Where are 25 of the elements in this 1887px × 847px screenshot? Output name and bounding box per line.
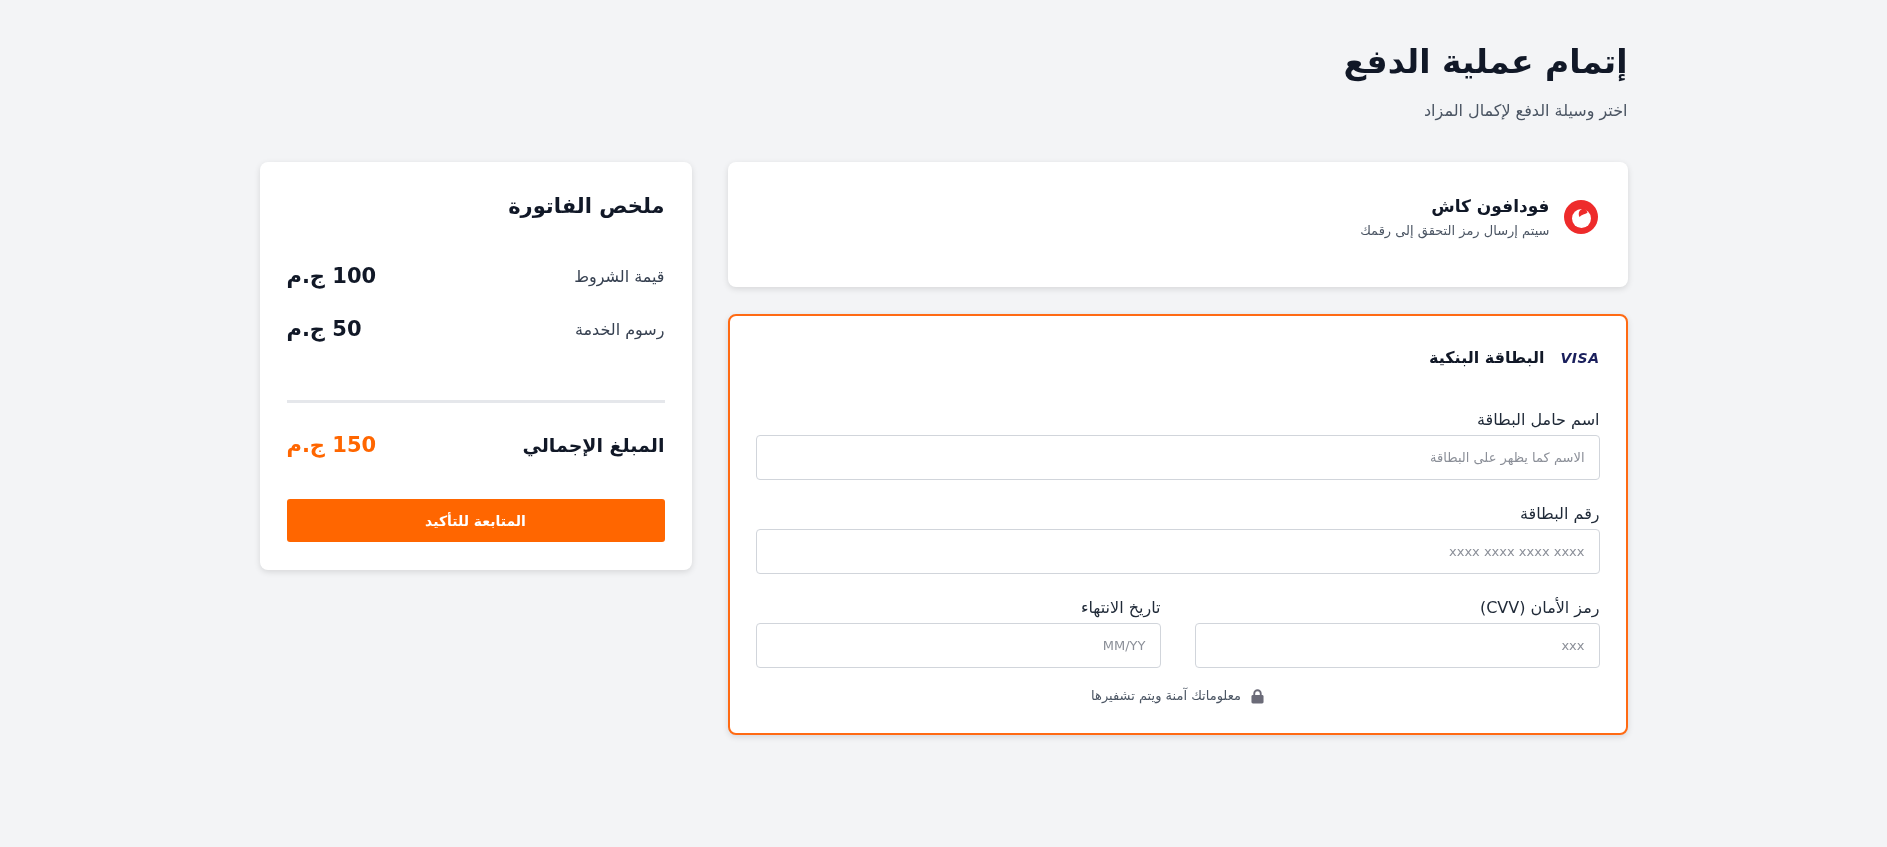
line-amount: 50 ج.م — [286, 317, 362, 341]
card-brand-label: VISA — [1560, 350, 1600, 366]
method-subtitle: سيتم إرسال رمز التحقق إلى رقمك — [1360, 222, 1550, 240]
quote-mark-logo-icon — [1563, 200, 1598, 234]
method-title: فودافون كاش — [1430, 195, 1550, 218]
line-amount: 100 ج.م — [286, 264, 377, 288]
method-title: البطاقة البنكية — [1429, 347, 1545, 369]
input-field[interactable]: الاسم كما يظهر على البطاقة — [755, 435, 1600, 480]
total-label: المبلغ الإجمالي — [522, 434, 665, 456]
summary-title: ملخص الفاتورة — [507, 193, 665, 220]
security-note: معلوماتك آمنة ويتم تشفيرها — [1091, 686, 1241, 706]
page-title: إتمام عملية الدفع — [1342, 41, 1628, 84]
field-label: تاريخ الانتهاء — [1079, 597, 1161, 620]
field-label: اسم حامل البطاقة — [1476, 409, 1600, 431]
field-label: رمز الأمان (CVV) — [1478, 596, 1600, 620]
lock-icon — [1250, 688, 1264, 704]
line-label: قيمة الشروط — [574, 266, 665, 286]
input-field[interactable]: xxxx xxxx xxxx xxxx — [755, 529, 1600, 574]
page-subtitle: اختر وسيلة الدفع لإكمال المزاد — [1423, 100, 1628, 122]
line-label: رسوم الخدمة — [574, 319, 665, 339]
field-label: رقم البطاقة — [1519, 503, 1600, 526]
input-field[interactable]: xxx — [1194, 623, 1600, 668]
payment-method-card[interactable]: فودافون كاش سيتم إرسال رمز التحقق إلى رقمك — [727, 162, 1628, 287]
total-amount: 150 ج.م — [286, 433, 377, 457]
input-field[interactable]: MM/YY — [755, 623, 1161, 668]
